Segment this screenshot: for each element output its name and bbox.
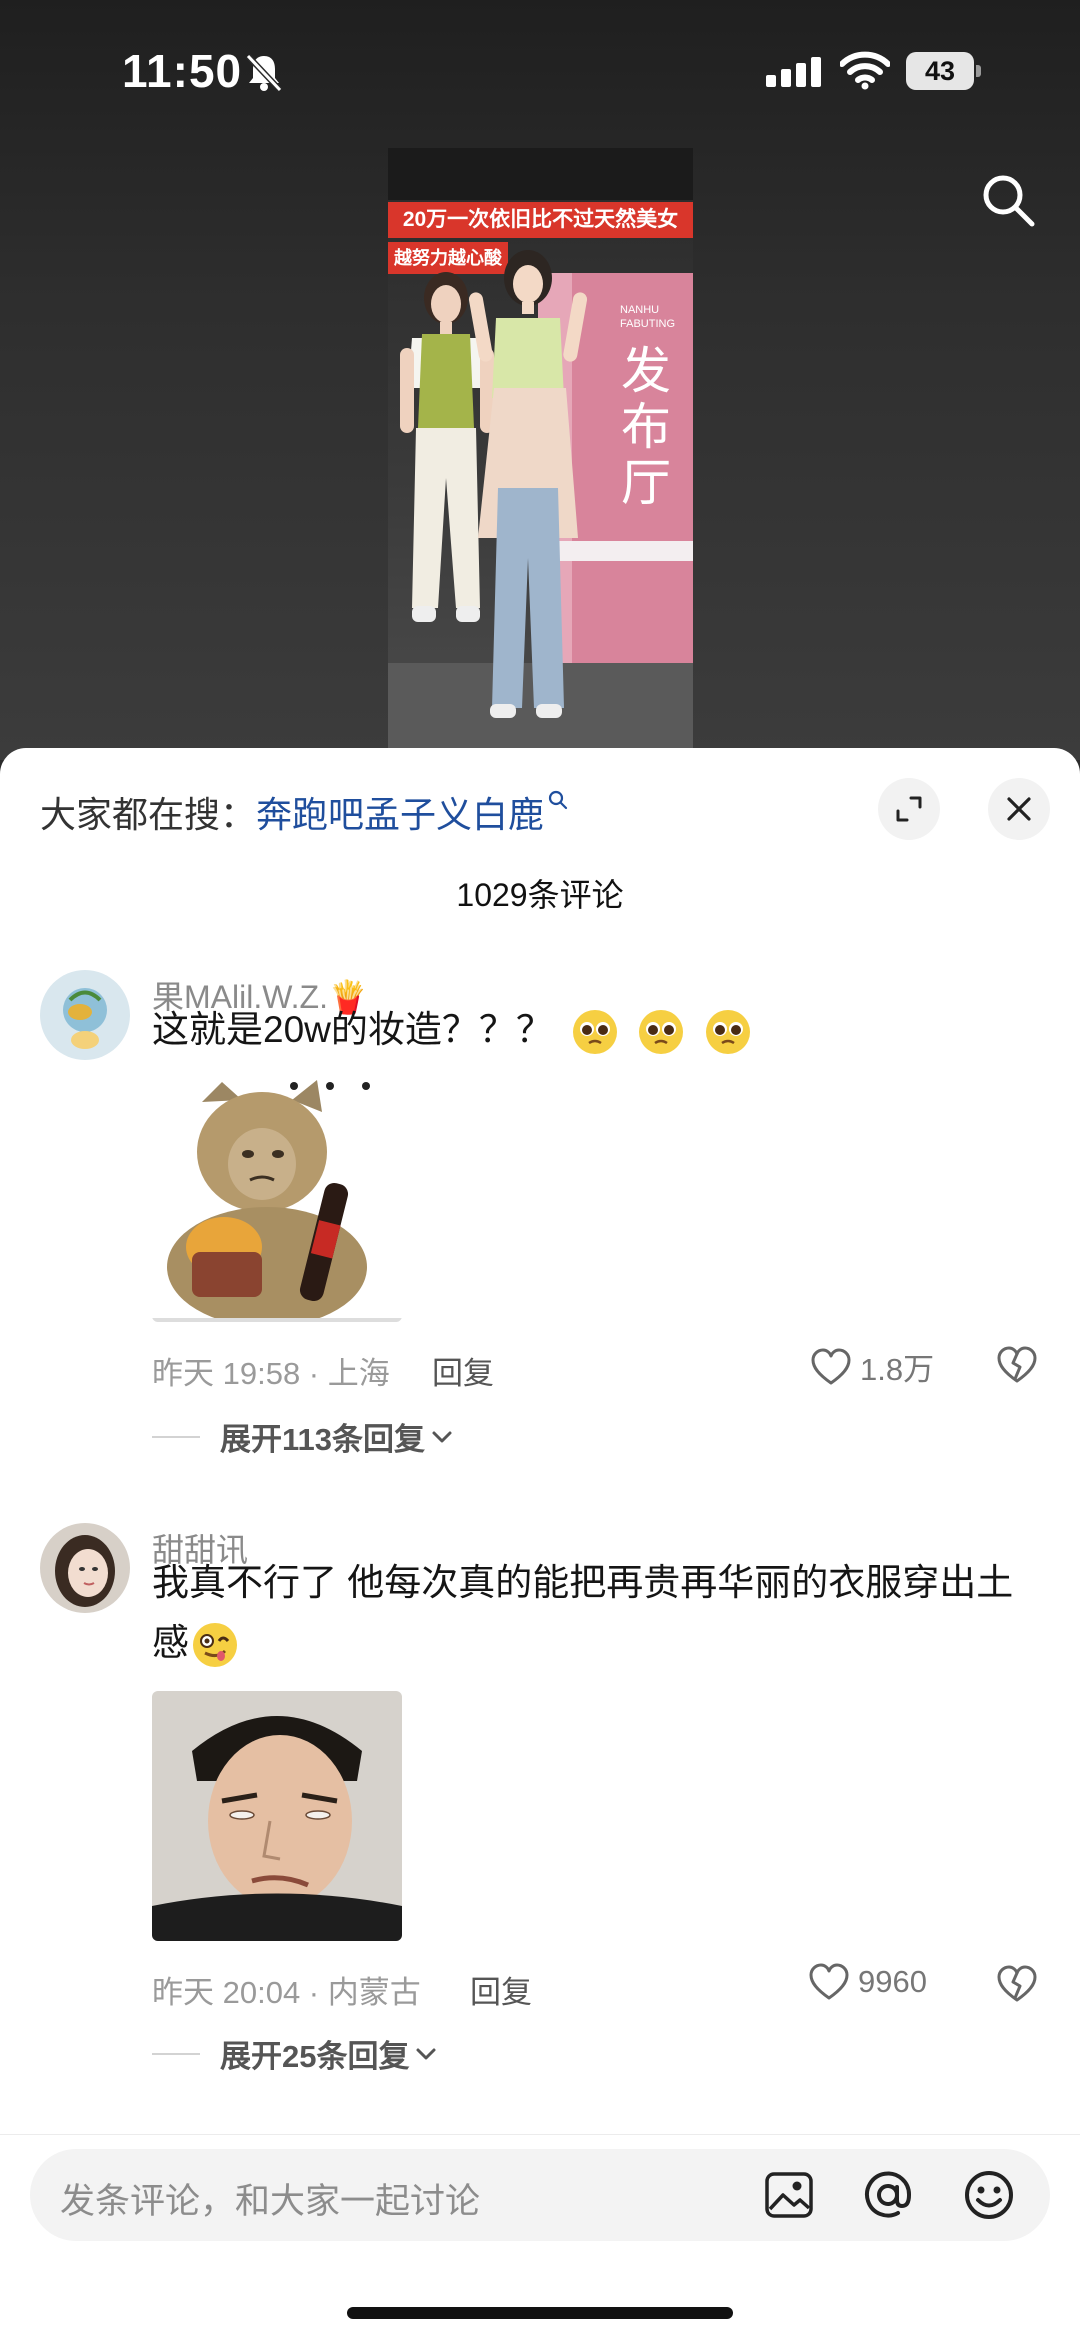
expand-button[interactable]: [878, 778, 940, 840]
video-frame[interactable]: NANHU FABUTING 发布厅 20万一次依旧比不过天然美女 越努力越心酸: [388, 148, 693, 748]
expand-replies-button[interactable]: 展开25条回复: [152, 2031, 437, 2076]
cell-signal-icon: [766, 57, 821, 87]
comment-text: 我真不行了 他每次真的能把再贵再华丽的衣服穿出土感: [152, 1553, 1032, 1673]
emoji-icon[interactable]: [963, 2169, 1015, 2221]
avatar[interactable]: [40, 1523, 130, 1613]
comment-input-bar: 发条评论，和大家一起讨论: [0, 2134, 1080, 2341]
trending-search[interactable]: 大家都在搜：奔跑吧孟子义白鹿: [40, 786, 568, 838]
search-icon: [548, 790, 568, 810]
reply-button[interactable]: 回复: [432, 1348, 494, 1393]
heart-icon: [811, 1348, 851, 1384]
like-button[interactable]: 9960: [808, 1963, 927, 2001]
comment-input-placeholder: 发条评论，和大家一起讨论: [60, 2182, 481, 2221]
broken-heart-icon[interactable]: [996, 1965, 1038, 2003]
comments-count: 1029条评论: [456, 877, 624, 913]
person-figure: [468, 250, 588, 718]
broken-heart-icon[interactable]: [996, 1346, 1038, 1384]
status-time: 11:50: [122, 45, 243, 97]
mention-icon[interactable]: [862, 2169, 914, 2221]
home-indicator[interactable]: [347, 2307, 733, 2319]
pleading-emoji-icon: [705, 1010, 750, 1055]
search-icon[interactable]: [980, 172, 1036, 228]
pleading-emoji-icon: [639, 1010, 684, 1055]
expand-icon: [896, 796, 922, 822]
image-icon[interactable]: [764, 2171, 814, 2219]
comment-input[interactable]: 发条评论，和大家一起讨论: [30, 2149, 1050, 2241]
like-button[interactable]: 1.8万: [810, 1344, 934, 1389]
meme-face-image[interactable]: [152, 1691, 402, 1941]
trending-label: 大家都在搜：: [40, 794, 257, 835]
battery-indicator: 43: [906, 52, 982, 90]
cat-sticker-image[interactable]: [152, 1072, 402, 1322]
comment-time-location: 昨天 19:58 · 上海: [152, 1356, 390, 1391]
chevron-down-icon: [432, 1431, 452, 1442]
close-icon: [1007, 797, 1031, 821]
expand-replies-button[interactable]: 展开113条回复: [152, 1414, 453, 1459]
wifi-icon: [840, 51, 890, 90]
close-button[interactable]: [988, 778, 1050, 840]
like-count: 1.8万: [860, 1352, 935, 1387]
battery-level: 43: [924, 56, 956, 86]
trending-link[interactable]: 奔跑吧孟子义白鹿: [256, 794, 544, 835]
bell-muted-icon: [245, 53, 283, 93]
comments-sheet: 大家都在搜：奔跑吧孟子义白鹿 1029条评论 果MAlil.W.Z.🍟 这就是2…: [0, 748, 1080, 2340]
woozy-emoji-icon: [193, 1623, 237, 1668]
chevron-down-icon: [416, 2048, 436, 2059]
pleading-emoji-icon: [573, 1010, 618, 1055]
avatar[interactable]: [40, 970, 130, 1060]
status-bar: 11:50 43: [0, 0, 1080, 140]
video-player[interactable]: 11:50 43 NANHU FABUTING 发布厅 20万一次依旧比不过天然…: [0, 0, 1080, 760]
banner-title: 发布厅: [621, 343, 671, 511]
comment-text: 这就是20w的妆造？？？: [152, 1000, 1032, 1060]
video-headline: 20万一次依旧比不过天然美女: [388, 202, 693, 238]
heart-icon: [809, 1963, 849, 2000]
reply-button[interactable]: 回复: [470, 1967, 532, 2012]
comment-time-location: 昨天 20:04 · 内蒙古: [152, 1975, 421, 2010]
like-count: 9960: [858, 1964, 927, 1999]
